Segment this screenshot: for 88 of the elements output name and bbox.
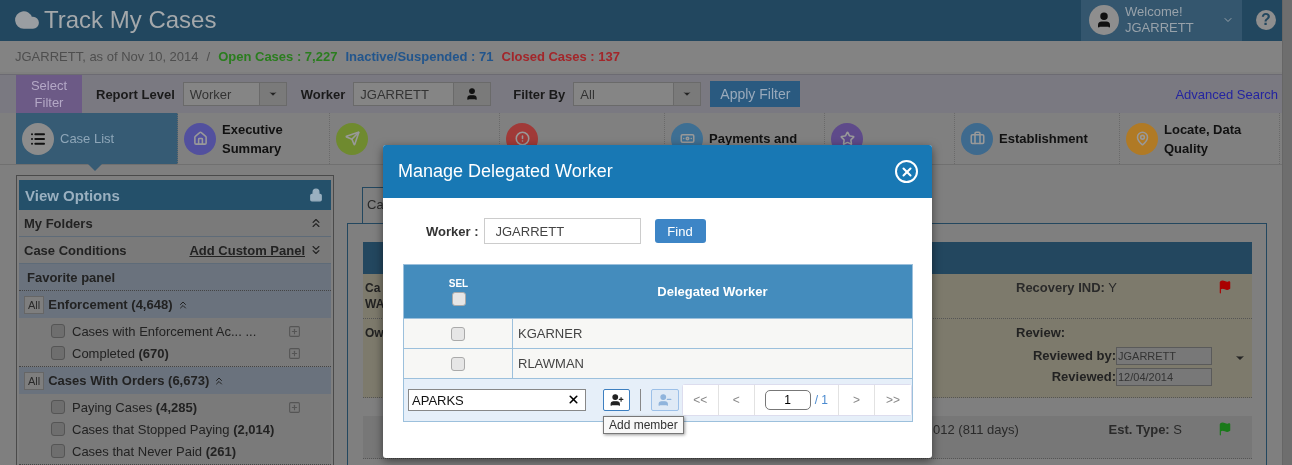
condition-label: Cases that Never Paid (261)	[72, 443, 238, 459]
table-cell-text: RLAWMAN	[517, 355, 585, 373]
case-count: Inactive/Suspended : 71	[345, 49, 494, 65]
expand-icon[interactable]	[288, 324, 301, 338]
app-title: Track My Cases	[44, 6, 217, 35]
separator: /	[206, 49, 211, 65]
add-member-button[interactable]	[603, 389, 631, 411]
section-title: My Folders	[24, 215, 93, 231]
nav-label: Executive Summary	[222, 120, 284, 158]
add-custom-panel-link[interactable]: Add Custom Panel	[189, 242, 305, 258]
panel-title: View Options	[25, 186, 120, 204]
member-input[interactable]: APARKS	[408, 389, 586, 411]
expand-icon[interactable]	[288, 400, 301, 414]
field-label: Ca	[365, 280, 381, 296]
reviewed-date-field: 12/04/2014	[1116, 368, 1212, 386]
avatar-icon	[1089, 5, 1119, 36]
field-label: WA	[365, 296, 385, 312]
group-title: Enforcement (4,648)	[48, 297, 173, 312]
lock-icon	[309, 188, 323, 202]
panel-section[interactable]: Case Conditions Add Custom Panel	[19, 237, 331, 264]
worker-label: Worker :	[426, 223, 479, 239]
add-person-icon	[609, 393, 624, 407]
chevrons-up-icon[interactable]	[309, 216, 323, 230]
close-icon	[899, 164, 914, 179]
dialog-title: Manage Delegated Worker	[398, 161, 613, 182]
favorite-panel-title: Favorite panel	[27, 269, 116, 285]
condition-label: Completed (670)	[72, 345, 170, 361]
select-filter-button[interactable]: Select Filter	[16, 75, 82, 114]
worker-field[interactable]: JGARRETT	[353, 82, 492, 107]
column-header: SEL	[448, 277, 469, 289]
checkbox[interactable]	[51, 324, 65, 338]
scrollbar[interactable]	[1282, 0, 1292, 465]
all-button[interactable]: All	[24, 371, 45, 390]
column-header: Delegated Worker	[657, 284, 768, 299]
nav-label: Case List	[60, 130, 115, 149]
section-title: Case Conditions	[24, 242, 127, 258]
apply-filter-button[interactable]: Apply Filter	[710, 81, 801, 108]
case-count: Closed Cases : 137	[501, 49, 620, 65]
nav-tile[interactable]: Case List	[16, 113, 178, 164]
case-count: Open Cases : 7,227	[218, 49, 338, 65]
clear-icon[interactable]	[567, 393, 580, 406]
recovery-ind-text: Recovery IND: Y	[1016, 280, 1118, 296]
checkbox[interactable]	[51, 444, 65, 458]
field-label: Ow	[365, 325, 384, 341]
condition-label: Cases that Stopped Paying (2,014)	[72, 421, 276, 437]
checkbox[interactable]	[51, 422, 65, 436]
worker-input[interactable]: JGARRETT	[483, 218, 641, 244]
worker-label: Worker	[300, 86, 346, 102]
row-checkbox[interactable]	[451, 326, 465, 341]
checkbox[interactable]	[51, 400, 65, 414]
review-label: Review:	[1016, 325, 1067, 341]
reviewed-by-field: JGARRETT	[1116, 347, 1212, 365]
close-button[interactable]	[895, 160, 918, 183]
reviewed-by-label: Reviewed by:	[1032, 348, 1116, 364]
condition-label: Cases with Enforcement Ac... ...	[72, 323, 258, 339]
nav-label: Establishment	[999, 130, 1088, 149]
page-input[interactable]: 1	[764, 390, 811, 410]
chevrons-down-icon[interactable]	[309, 243, 323, 257]
report-level-label: Report Level	[96, 86, 175, 102]
report-level-dropdown[interactable]: Worker	[182, 82, 287, 107]
filter-by-label: Filter By	[513, 86, 566, 102]
nav-label: Locate, Data Quality	[1164, 120, 1243, 158]
expand-icon[interactable]	[288, 346, 301, 360]
user-name: JGARRETT	[1125, 20, 1195, 37]
row-checkbox[interactable]	[451, 356, 465, 371]
help-button[interactable]: ?	[1256, 10, 1276, 31]
select-all-checkbox[interactable]	[451, 291, 466, 306]
welcome-text: Welcome!	[1125, 4, 1184, 21]
advanced-search-link[interactable]: Advanced Search	[1175, 86, 1278, 102]
nav-label: Payments and	[709, 130, 798, 149]
group-title: Cases With Orders (6,673)	[48, 373, 210, 388]
panel-section[interactable]: My Folders	[19, 210, 331, 237]
table-cell-text: KGARNER	[517, 325, 584, 343]
page-total: / 1	[814, 393, 828, 407]
date-text: 012 (811 days)	[933, 422, 1016, 438]
reviewed-label: Reviewed:	[1050, 369, 1116, 385]
first-page-button[interactable]: <<	[682, 385, 719, 415]
all-button[interactable]: All	[24, 295, 45, 314]
tooltip: Add member	[603, 416, 684, 434]
est-type-text: Est. Type: S	[1108, 422, 1182, 438]
filter-by-dropdown[interactable]: All	[573, 82, 702, 107]
person-icon[interactable]	[465, 87, 480, 102]
tile-pointer	[88, 164, 102, 171]
checkbox[interactable]	[51, 346, 65, 360]
user-menu[interactable]: Welcome! JGARRETT	[1081, 0, 1242, 41]
find-button[interactable]: Find	[654, 219, 706, 243]
remove-person-icon	[657, 393, 672, 407]
condition-label: Paying Cases (4,285)	[72, 399, 199, 415]
